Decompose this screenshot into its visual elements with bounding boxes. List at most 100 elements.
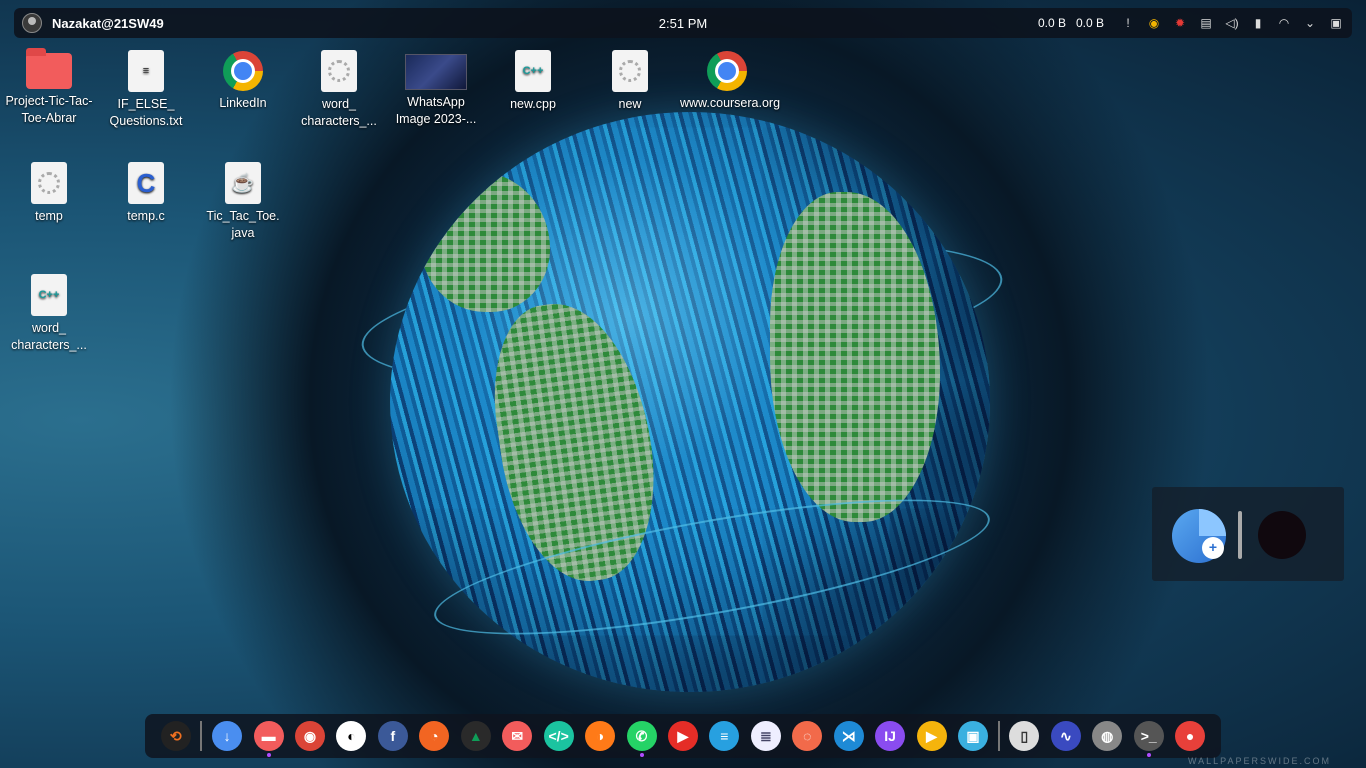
dock-item[interactable]: ∿ <box>1045 715 1086 757</box>
dock: ⟲ ↓ ▬ ◉ ◐ f ◔ ▲ ✉ </> ◑ ✆ ▶ ≡ ≣ ◌ ⋊ IJ ▶ ▣ ▯ ∿ ◍ >_ ● <box>145 714 1221 758</box>
system-monitor-icon: ∿ <box>1050 721 1081 751</box>
dock-item[interactable]: ◑ <box>579 715 620 757</box>
mail-icon: ✉ <box>502 721 533 751</box>
chrome-icon[interactable]: ◉ <box>1146 15 1162 31</box>
desktop-icon-linkedin[interactable]: LinkedIn <box>196 50 290 112</box>
executable-icon <box>321 50 357 92</box>
download-manager-icon: ↓ <box>212 721 243 751</box>
dock-item[interactable]: ≣ <box>745 715 786 757</box>
dock-item[interactable]: ▲ <box>455 715 496 757</box>
media-player-icon: ▶ <box>916 721 947 751</box>
dock-item[interactable]: ↓ <box>206 715 247 757</box>
app-launcher-icon: ⟲ <box>160 721 191 751</box>
running-indicator <box>1146 753 1151 757</box>
code-editor-icon: </> <box>543 721 574 751</box>
net-download-speed: 0.0 B <box>1037 16 1066 30</box>
whatsapp-icon: ✆ <box>626 721 657 751</box>
dock-item[interactable]: ▶ <box>662 715 703 757</box>
intellij-icon: IJ <box>875 721 906 751</box>
running-indicator <box>639 753 644 757</box>
dock-item[interactable]: ≡ <box>704 715 745 757</box>
text-file-icon: ≡ <box>128 50 164 92</box>
disk-icon: ◍ <box>1092 721 1123 751</box>
desktop-icon-if-else-questions[interactable]: ≡ IF_ELSE_ Questions.txt <box>99 50 193 130</box>
executable-icon <box>31 162 67 204</box>
username: Nazakat@21SW49 <box>52 15 164 31</box>
dock-item[interactable]: ✆ <box>621 715 662 757</box>
dock-item[interactable]: ◉ <box>289 715 330 757</box>
github-icon: ◐ <box>336 721 367 751</box>
cpp-file-icon: C++ <box>515 50 551 92</box>
c-file-icon: C <box>128 162 164 204</box>
desktop-icon-coursera[interactable]: www.coursera.org <box>680 50 780 112</box>
java-file-icon: ☕ <box>225 162 261 204</box>
dock-item[interactable]: ▯ <box>1004 715 1045 757</box>
chrome-icon: ◉ <box>295 721 325 751</box>
messages-icon: ◌ <box>792 721 823 751</box>
folder-icon <box>26 48 72 89</box>
image-thumbnail <box>405 54 467 90</box>
chrome-icon <box>707 51 747 91</box>
desktop-icon-new-cpp[interactable]: C++ new.cpp <box>486 50 580 113</box>
files-icon: ▬ <box>253 721 284 751</box>
wallpaper-continent <box>420 172 550 312</box>
running-indicator <box>266 753 271 757</box>
avatar <box>22 13 42 33</box>
clipboard-icon[interactable]: ▤ <box>1198 15 1214 31</box>
dock-item[interactable]: ◌ <box>787 715 828 757</box>
dock-separator <box>997 721 1000 751</box>
settings-gear-icon[interactable]: ✹ <box>1172 15 1188 31</box>
dock-item[interactable]: ◔ <box>414 715 455 757</box>
dock-item[interactable]: f <box>372 715 413 757</box>
watermark: WALLPAPERSWIDE.COM <box>1188 756 1332 766</box>
overlay-widget: + <box>1152 487 1344 581</box>
avatar[interactable] <box>1258 511 1306 559</box>
desktop-icon-new[interactable]: new <box>583 50 677 113</box>
google-drive-icon: ▲ <box>460 721 491 751</box>
dock-item[interactable]: ● <box>1169 715 1210 757</box>
dock-separator <box>200 721 203 751</box>
firefox-icon: ◑ <box>585 721 616 751</box>
dock-item[interactable]: ◍ <box>1087 715 1128 757</box>
desktop-icon-temp[interactable]: temp <box>2 162 96 225</box>
wifi-icon[interactable]: ◠ <box>1276 15 1292 31</box>
user-menu[interactable]: Nazakat@21SW49 <box>22 13 164 33</box>
dock-item[interactable]: ▶ <box>911 715 952 757</box>
notification-icon[interactable]: ! <box>1120 15 1136 31</box>
dock-item[interactable]: IJ <box>869 715 910 757</box>
add-icon[interactable]: + <box>1202 537 1224 559</box>
dock-item[interactable]: ▣ <box>952 715 993 757</box>
desktop-icon-temp-c[interactable]: C temp.c <box>99 162 193 225</box>
top-panel: Nazakat@21SW49 2:51 PM 0.0 B 0.0 B ! ◉ ✹… <box>14 8 1352 38</box>
terminal-icon: >_ <box>1133 721 1164 751</box>
cpp-file-icon: C++ <box>31 274 67 316</box>
dock-item[interactable]: ✉ <box>496 715 537 757</box>
wallpaper-continent <box>770 192 940 522</box>
dock-item[interactable]: ▬ <box>248 715 289 757</box>
battery-icon[interactable]: ▮ <box>1250 15 1266 31</box>
dock-item[interactable]: ◐ <box>331 715 372 757</box>
desktop-icon-word-characters[interactable]: word_ characters_... <box>292 50 386 130</box>
divider <box>1238 511 1242 559</box>
notes-icon: ≣ <box>750 721 781 751</box>
vscode-icon: ⋊ <box>833 721 864 751</box>
chevron-down-icon[interactable]: ⌄ <box>1302 15 1318 31</box>
dock-item[interactable]: ⋊ <box>828 715 869 757</box>
youtube-icon: ▶ <box>667 721 698 751</box>
dock-item[interactable]: >_ <box>1128 715 1169 757</box>
net-upload-speed: 0.0 B <box>1075 16 1104 30</box>
desktop-icon-word-characters-cpp[interactable]: C++ word_ characters_... <box>2 274 96 354</box>
desktop-icon-project-folder[interactable]: Project-Tic-Tac-Toe-Abrar <box>2 48 96 127</box>
dock-item[interactable]: ⟲ <box>155 715 196 757</box>
executable-icon <box>612 50 648 92</box>
toggle-icon: ● <box>1175 721 1206 751</box>
desktop-icon-tic-tac-toe-java[interactable]: ☕ Tic_Tac_Toe. java <box>196 162 290 242</box>
desktop-icon-whatsapp-image[interactable]: WhatsApp Image 2023-... <box>389 50 483 128</box>
dock-item[interactable]: </> <box>538 715 579 757</box>
facebook-icon: f <box>377 721 408 751</box>
screen-icon[interactable]: ▣ <box>1328 15 1344 31</box>
screenshot-icon: ▣ <box>958 721 988 751</box>
volume-icon[interactable]: ◁) <box>1224 15 1240 31</box>
phone-icon: ▯ <box>1009 721 1040 751</box>
stack-icon: ≡ <box>709 721 740 751</box>
